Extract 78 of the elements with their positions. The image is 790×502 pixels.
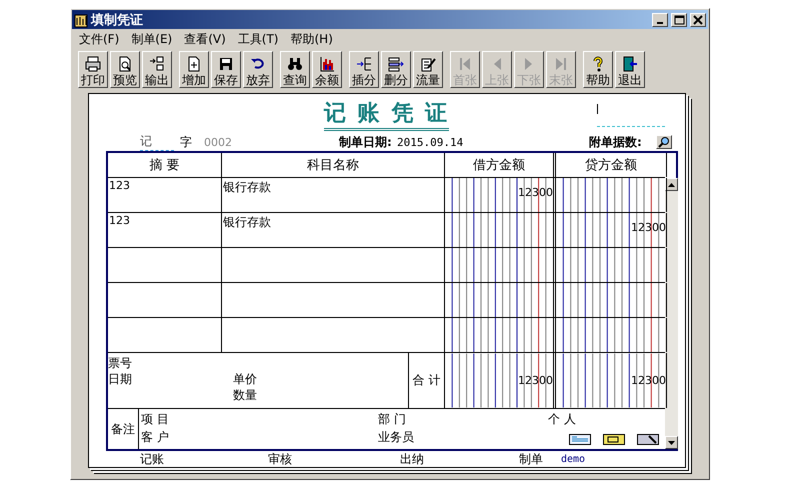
printer-icon <box>85 56 101 72</box>
menu-item[interactable]: 工具(T) <box>236 30 280 48</box>
maximize-button[interactable] <box>671 12 687 26</box>
notepad-pen-icon <box>420 56 436 72</box>
text-cursor <box>597 104 598 114</box>
binoculars-icon <box>287 56 303 72</box>
toolbar-button[interactable]: 查询 <box>280 51 310 88</box>
date-label: 制单日期: <box>339 134 393 150</box>
menu-item[interactable]: 文件(F) <box>78 30 120 48</box>
toolbar-button[interactable]: 余额 <box>312 51 342 88</box>
delete-row-icon <box>388 56 404 72</box>
search-icon <box>658 136 670 148</box>
toolbar-button[interactable]: 打印 <box>78 51 108 88</box>
account-cell: 银行存款 <box>223 180 271 194</box>
first-page-icon <box>457 56 473 72</box>
column-header: 科目名称 <box>222 153 445 177</box>
close-icon <box>692 14 704 24</box>
summary-cell: 123 <box>109 214 130 227</box>
search-button[interactable] <box>656 135 672 149</box>
person-label: 个 人 <box>547 411 577 428</box>
department-label: 部 门 <box>377 411 407 428</box>
preview-icon <box>117 56 133 72</box>
column-header: 贷方金额 <box>556 153 667 177</box>
exit-door-icon <box>622 56 638 72</box>
menu-item[interactable]: 帮助(H) <box>290 30 334 48</box>
toolbar-button[interactable]: 插分 <box>349 51 379 88</box>
bar-chart-icon <box>319 56 335 72</box>
minimize-button[interactable] <box>652 12 668 26</box>
card-icon[interactable] <box>569 434 591 444</box>
account-cell: 银行存款 <box>223 215 271 229</box>
voucher-number: 0002 <box>204 136 233 148</box>
window-title: 填制凭证 <box>91 12 143 28</box>
maker-label: 制单 <box>519 450 544 468</box>
minimize-icon <box>657 22 663 24</box>
cashier-label: 出纳 <box>400 450 425 468</box>
quantity-label: 数量 <box>233 387 258 404</box>
remarks-label: 备注 <box>111 420 135 438</box>
bookkeeper-label: 记账 <box>140 450 165 468</box>
menu-item[interactable]: 查看(V) <box>183 30 227 48</box>
unit-price-label: 单价 <box>233 371 258 387</box>
salesperson-label: 业务员 <box>377 429 415 446</box>
up-arrow-icon[interactable] <box>668 182 675 186</box>
voucher-type-label: 字 <box>180 134 193 150</box>
toolbar-button[interactable]: 预览 <box>110 51 140 88</box>
column-header: 借方金额 <box>445 153 556 177</box>
export-icon <box>149 56 165 72</box>
close-button[interactable] <box>690 12 706 26</box>
toolbar-button[interactable]: 保存 <box>211 51 241 88</box>
toolbar-button[interactable]: 退出 <box>615 51 645 88</box>
pen-icon[interactable] <box>637 434 659 444</box>
scrollbar[interactable] <box>665 178 678 449</box>
last-page-icon <box>553 56 569 72</box>
down-arrow-icon[interactable] <box>668 440 675 444</box>
voucher-type-field[interactable]: 记 <box>140 133 174 151</box>
toolbar-button[interactable]: 帮助 <box>583 51 613 88</box>
ticket-label: 票号 <box>108 355 133 371</box>
project-label: 项 目 <box>140 411 170 428</box>
toolbar-button[interactable]: 流量 <box>413 51 443 88</box>
toolbar-button[interactable]: 输出 <box>142 51 172 88</box>
card-icon[interactable] <box>603 434 625 444</box>
toolbar-button[interactable]: 放弃 <box>243 51 273 88</box>
maximize-icon <box>673 14 685 24</box>
column-header: 摘 要 <box>108 153 222 177</box>
menu-item[interactable]: 制单(E) <box>130 30 174 48</box>
toolbar-button[interactable]: 增加 <box>179 51 209 88</box>
app-icon <box>74 12 88 28</box>
insert-row-icon <box>356 56 372 72</box>
customer-label: 客 户 <box>140 429 170 446</box>
total-label: 合 计 <box>412 372 440 389</box>
add-icon <box>186 56 202 72</box>
date-label: 日期 <box>108 371 133 387</box>
reviewer-label: 审核 <box>268 450 293 468</box>
attachments-label: 附单据数: <box>589 134 642 150</box>
maker-name: demo <box>561 454 586 464</box>
date-value: 2015.09.14 <box>397 136 464 148</box>
voucher-title: 记 账 凭 证 <box>324 100 449 131</box>
summary-cell: 123 <box>109 179 130 192</box>
toolbar-button[interactable]: 删分 <box>381 51 411 88</box>
